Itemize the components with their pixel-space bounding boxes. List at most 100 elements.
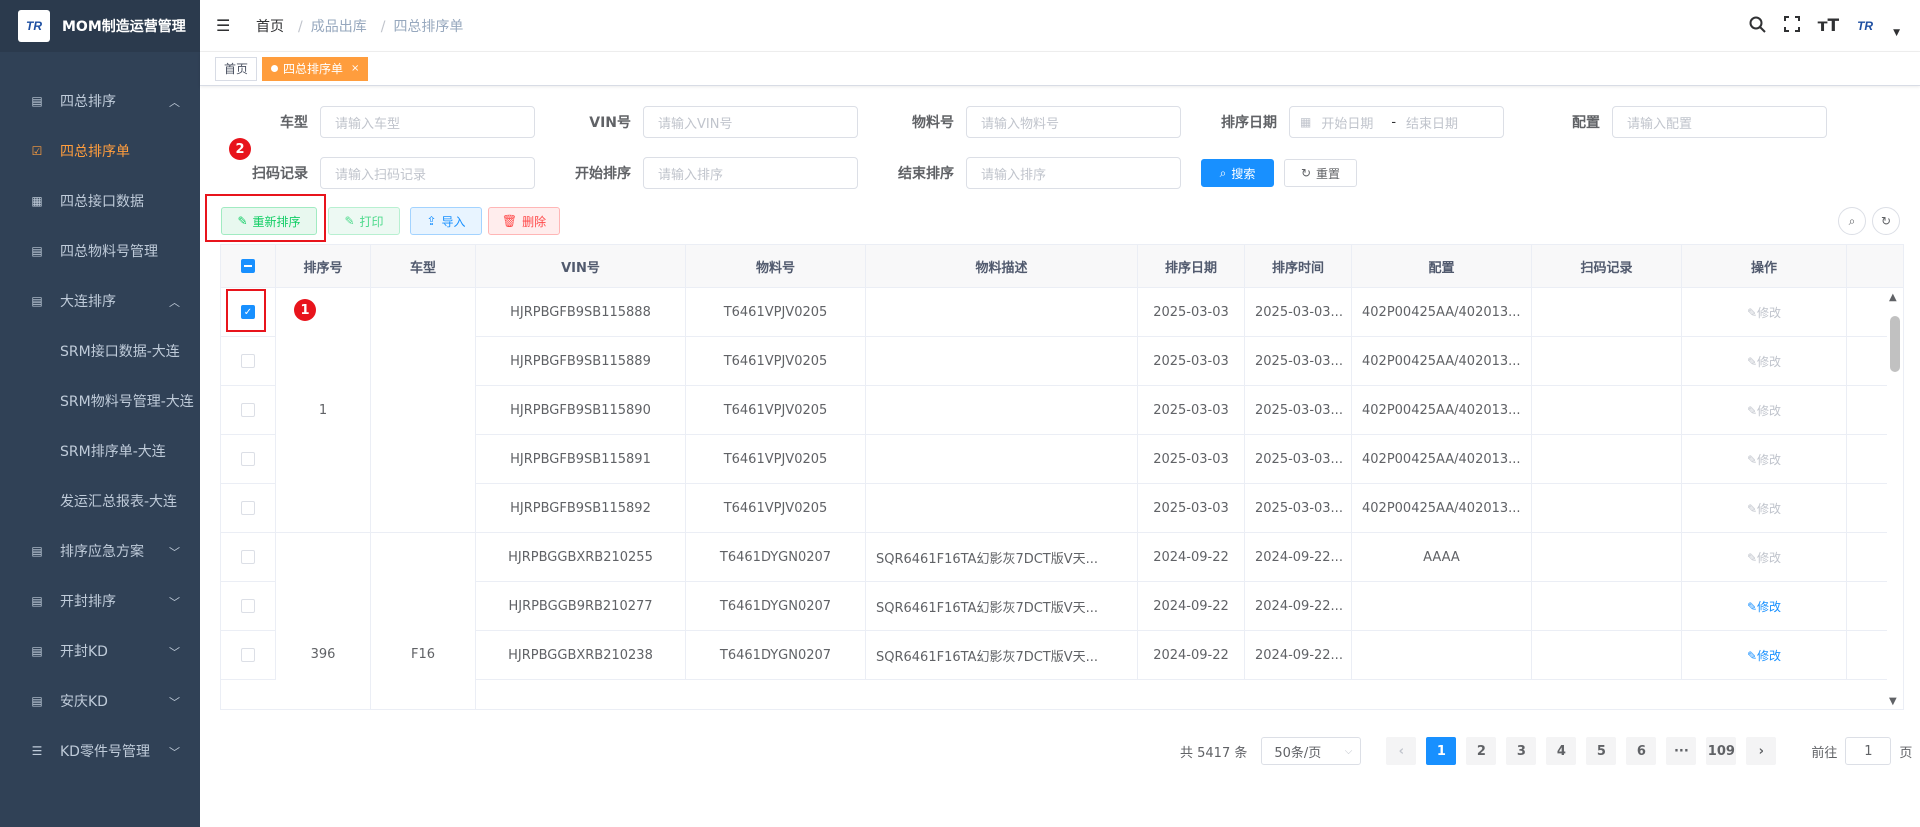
cell-config: 402P00425AA/402013... [1352,386,1532,434]
sidebar-item[interactable]: ▤ 安庆KD ﹀ [0,676,200,726]
page-button[interactable]: 4 [1546,737,1577,765]
print-button[interactable]: ✎ 打印 [328,207,400,235]
tag-current[interactable]: 四总排序单 × [262,56,369,81]
cell-scan [1532,386,1682,434]
edit-link[interactable]: ✎修改 [1747,598,1781,615]
sidebar-item[interactable]: 发运汇总报表-大连 [0,476,200,526]
goto-page-input[interactable]: 1 [1845,737,1892,765]
breadcrumb: 首页 / 成品出库 / 四总排序单 [256,16,469,36]
tag-current-label: 四总排序单 [283,61,344,76]
scrollbar-thumb[interactable] [1890,316,1900,372]
cell-time: 2025-03-03... [1245,386,1352,434]
row-checkbox[interactable] [241,452,255,466]
material-input[interactable]: 请输入物料号 [966,106,1181,138]
breadcrumb-separator: / [298,18,303,35]
table-icon: ▤ [31,544,43,558]
scroll-down-icon[interactable]: ▼ [1889,696,1897,707]
cell-vin: HJRPBGFB9SB115890 [476,386,686,434]
sidebar-item[interactable]: ▤ 排序应急方案 ﹀ [0,526,200,576]
sidebar-item[interactable]: ▤ 大连排序 ︿ [0,276,200,326]
toggle-search-button[interactable]: ⌕ [1838,207,1866,235]
sidebar-item[interactable]: ▤ 四总排序 ︿ [0,76,200,126]
edit-link[interactable]: ✎修改 [1747,353,1781,370]
sidebar-item[interactable]: SRM排序单-大连 [0,426,200,476]
edit-link-label: 修改 [1757,452,1782,467]
cell-config [1352,631,1532,679]
vin-label: VIN号 [589,115,631,131]
search-icon[interactable] [1749,16,1766,37]
row-checkbox[interactable] [241,354,255,368]
avatar[interactable]: TR [1857,16,1889,36]
reset-button[interactable]: ↻ 重置 [1284,159,1357,187]
config-input[interactable]: 请输入配置 [1612,106,1827,138]
cell-sequence-group: 396 [276,533,371,709]
cell-car-type-group [371,288,476,533]
page-size-select[interactable]: 50条/页 ⌵ [1261,737,1362,765]
delete-button[interactable]: 🗑 删除 [488,207,560,235]
page-button[interactable]: 2 [1466,737,1497,765]
tag-home[interactable]: 首页 [215,56,258,81]
caret-down-icon[interactable]: ▼ [1893,28,1900,38]
annotation-badge-2: 2 [229,138,251,160]
table-scrollbar[interactable]: ▲ ▼ [1887,288,1903,709]
row-checkbox[interactable] [241,599,255,613]
cell-car-type-group: F16 [371,533,476,709]
upload-icon: ⇪ [426,214,437,228]
sidebar-menu: ▤ 四总排序 ︿ ☑ 四总排序单 ▦ 四总接口数据 ▤ 四总物料号管理 ▤ 大连排序 ︿ SRM接口数据… [0,52,200,776]
row-checkbox[interactable] [241,403,255,417]
date-start-input[interactable]: 开始日期 [1321,113,1381,132]
close-icon[interactable]: × [351,58,359,80]
refresh-button[interactable]: ↻ [1872,207,1900,235]
edit-link[interactable]: ✎修改 [1747,304,1781,321]
column-header: 物料描述 [866,245,1138,287]
sidebar-item[interactable]: SRM物料号管理-大连 [0,376,200,426]
sidebar-item[interactable]: ▤ 开封排序 ﹀ [0,576,200,626]
car-type-input[interactable]: 请输入车型 [320,106,535,138]
sidebar-item[interactable]: ▦ 四总接口数据 [0,176,200,226]
refresh-icon: ↻ [1880,214,1892,228]
breadcrumb-home[interactable]: 首页 [256,19,284,35]
cell-vin: HJRPBGGBXRB210238 [476,631,686,679]
cell-mat: T6461VPJV0205 [686,435,866,483]
select-all-checkbox[interactable] [241,259,255,273]
page-button[interactable]: 5 [1586,737,1617,765]
end-seq-input[interactable]: 请输入排序 [966,157,1181,189]
font-size-icon[interactable]: ᴛT [1818,16,1839,36]
fullscreen-icon[interactable] [1783,16,1800,36]
edit-link[interactable]: ✎修改 [1747,402,1781,419]
page-button[interactable]: 3 [1506,737,1537,765]
cell-vin: HJRPBGFB9SB115891 [476,435,686,483]
hamburger-icon[interactable]: ☰ [216,16,236,35]
import-button[interactable]: ⇪ 导入 [410,207,482,235]
field-end-seq: 结束排序 请输入排序 [886,157,1181,189]
sidebar-item[interactable]: ☑ 四总排序单 [0,126,200,176]
sidebar-item[interactable]: ▤ 开封KD ﹀ [0,626,200,676]
scan-input[interactable]: 请输入扫码记录 [320,157,535,189]
page-button[interactable]: 6 [1626,737,1657,765]
edit-link[interactable]: ✎修改 [1747,500,1781,517]
vin-input[interactable]: 请输入VIN号 [643,106,858,138]
search-button[interactable]: ⌕ 搜索 [1201,159,1274,187]
row-checkbox[interactable] [241,501,255,515]
search-button-label: 搜索 [1231,166,1256,181]
start-seq-input[interactable]: 请输入排序 [643,157,858,189]
page-button[interactable]: 109 [1706,737,1737,765]
sidebar-item[interactable]: ▤ 四总物料号管理 [0,226,200,276]
sidebar-item[interactable]: SRM接口数据-大连 [0,326,200,376]
row-checkbox[interactable] [241,648,255,662]
prev-page-button[interactable]: ‹ [1386,737,1417,765]
next-page-button[interactable]: › [1746,737,1777,765]
edit-link[interactable]: ✎修改 [1747,549,1781,566]
date-end-input[interactable]: 结束日期 [1406,113,1458,132]
date-range-picker[interactable]: ▦ 开始日期 - 结束日期 [1289,106,1504,138]
edit-link[interactable]: ✎修改 [1747,647,1781,664]
edit-icon: ✎ [1746,452,1758,467]
edit-link[interactable]: ✎修改 [1747,451,1781,468]
page-button[interactable]: 1 [1426,737,1457,765]
scroll-up-icon[interactable]: ▲ [1889,292,1897,303]
sidebar-item[interactable]: ☰ KD零件号管理 ﹀ [0,726,200,776]
row-checkbox[interactable] [241,550,255,564]
page-button[interactable]: ··· [1666,737,1697,765]
cell-time: 2025-03-03... [1245,288,1352,336]
edit-link-label: 修改 [1757,599,1782,614]
